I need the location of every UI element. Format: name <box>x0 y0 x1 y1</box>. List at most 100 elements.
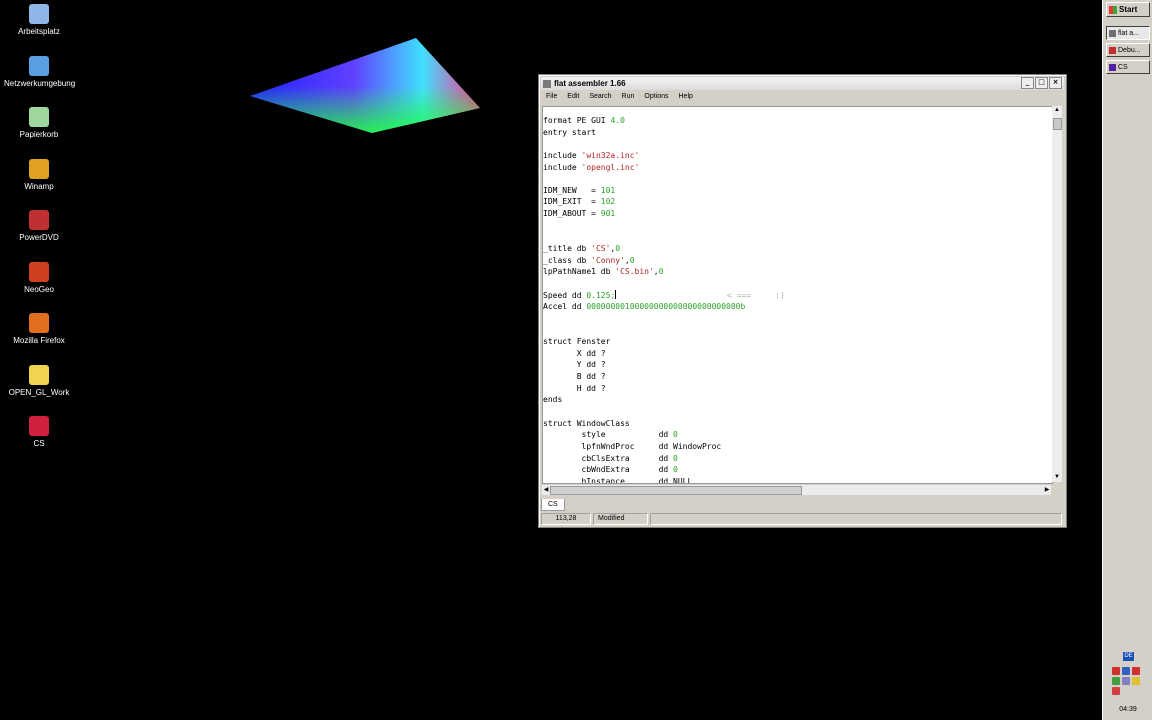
taskbar-button-label: CS <box>1118 63 1128 71</box>
code-line: format PE GUI 4.0 <box>543 116 625 125</box>
desktop-icon-open-gl-work[interactable]: OPEN_GL_Work <box>4 364 74 398</box>
tray-icon-4[interactable] <box>1112 677 1120 685</box>
desktop-icon-powerdvd[interactable]: PowerDVD <box>4 210 74 243</box>
desktop-icon-label: Winamp <box>24 181 54 191</box>
tray-icon-6[interactable] <box>1132 677 1140 685</box>
taskbar-button-label: flat a... <box>1118 29 1140 37</box>
fasm-icon <box>543 79 551 88</box>
code-line: _title db 'CS',0 <box>543 244 621 254</box>
tray-icon-1[interactable] <box>1112 667 1120 675</box>
computer-icon <box>29 4 49 24</box>
close-button[interactable]: × <box>1049 77 1062 89</box>
menu-options[interactable]: Options <box>639 93 673 100</box>
recycle-bin-icon <box>29 107 49 127</box>
source-code: format PE GUI 4.0 entry start include 'wi… <box>543 115 785 483</box>
debug-icon <box>1109 46 1116 54</box>
code-line: include 'opengl.inc' <box>543 162 640 172</box>
desktop-icon-label: Arbeitsplatz <box>18 27 60 36</box>
scroll-up-arrow-icon[interactable]: ▲ <box>1052 106 1062 115</box>
language-indicator[interactable]: DE <box>1123 652 1134 661</box>
tray-icon-5[interactable] <box>1122 677 1130 685</box>
code-line: Accel dd 0000000010000000000000000000000… <box>543 302 746 312</box>
tray-icon-2[interactable] <box>1122 667 1130 675</box>
desktop-icon-label: Netzwerkumgebung <box>4 78 76 88</box>
code-line: lpPathName1 db 'CS.bin',0 <box>543 267 664 277</box>
desktop-icon-label: OPEN_GL_Work <box>8 387 70 397</box>
code-line: entry start <box>543 127 596 137</box>
code-line: lpfnWndProc dd WindowProc <box>543 441 722 451</box>
taskbar-button[interactable]: Debu... <box>1106 43 1150 57</box>
file-tabs: CS <box>541 499 565 511</box>
horizontal-scroll-thumb[interactable] <box>550 486 802 495</box>
modified-status: Modified <box>593 513 648 525</box>
code-line: H dd ? <box>543 383 606 393</box>
tray-icon-3[interactable] <box>1132 667 1140 675</box>
windows-flag-icon <box>1109 5 1117 14</box>
start-button[interactable]: Start <box>1106 2 1150 17</box>
menu-run[interactable]: Run <box>617 93 640 100</box>
desktop-icon-cs[interactable]: CS <box>4 416 74 449</box>
desktop-icon-neogeo[interactable]: NeoGeo <box>4 261 74 295</box>
fasm-icon <box>1109 29 1116 37</box>
horizontal-scrollbar[interactable]: ◀ ▶ <box>542 485 1051 495</box>
opengl-render-quad <box>250 38 480 133</box>
desktop-icon-arbeitsplatz[interactable]: Arbeitsplatz <box>4 4 74 37</box>
scroll-down-arrow-icon[interactable]: ▼ <box>1052 473 1062 482</box>
status-extra <box>650 513 1062 525</box>
desktop-icon-netzwerkumgebung[interactable]: Netzwerkumgebung <box>4 55 76 89</box>
code-line: cbWndExtra dd 0 <box>543 465 678 475</box>
tray-icon-7[interactable] <box>1112 687 1120 695</box>
code-line: X dd ? <box>543 348 606 358</box>
maximize-button[interactable]: □ <box>1035 77 1048 89</box>
scroll-left-arrow-icon[interactable]: ◀ <box>542 485 550 495</box>
code-line: Y dd ? <box>543 360 606 370</box>
scroll-right-arrow-icon[interactable]: ▶ <box>1043 485 1051 495</box>
code-line: struct Fenster <box>543 337 611 347</box>
code-line: struct WindowClass <box>543 418 630 428</box>
desktop-icon-winamp[interactable]: Winamp <box>4 158 74 192</box>
menu-search[interactable]: Search <box>584 93 616 100</box>
code-line: style dd 0 <box>543 430 678 440</box>
menu-bar: File Edit Search Run Options Help <box>541 90 1064 102</box>
taskbar-button-label: Debu... <box>1118 46 1141 54</box>
winamp-icon <box>29 158 49 179</box>
code-line: IDM_NEW = 101 <box>543 185 616 195</box>
vertical-scroll-thumb[interactable] <box>1053 118 1062 130</box>
code-line: B dd ? <box>543 372 606 382</box>
code-line: cbClsExtra dd 0 <box>543 453 678 463</box>
taskbar-button[interactable]: flat a... <box>1106 26 1150 40</box>
desktop-icon-label: PowerDVD <box>19 233 59 242</box>
desktop-icon-label: Papierkorb <box>19 130 59 139</box>
code-line: _class db 'Conny',0 <box>543 255 635 265</box>
fasm-window: flat assembler 1.66 _ □ × File Edit Sear… <box>538 74 1067 528</box>
menu-help[interactable]: Help <box>674 93 698 100</box>
code-line: ends <box>543 395 563 405</box>
neogeo-icon <box>29 261 49 282</box>
firefox-icon <box>29 313 49 333</box>
desktop-icon-mozilla-firefox[interactable]: Mozilla Firefox <box>4 313 74 346</box>
minimize-button[interactable]: _ <box>1021 77 1034 89</box>
file-tab[interactable]: CS <box>541 499 565 511</box>
code-editor[interactable]: format PE GUI 4.0 entry start include 'wi… <box>542 106 1053 484</box>
status-bar: 113,28 Modified <box>541 513 1064 525</box>
window-titlebar[interactable]: flat assembler 1.66 _ □ × <box>541 77 1064 90</box>
desktop-icon-papierkorb[interactable]: Papierkorb <box>4 107 74 140</box>
clock[interactable]: 04:39 <box>1106 706 1150 713</box>
taskbar-button[interactable]: CS <box>1106 60 1150 74</box>
vertical-scrollbar[interactable]: ▲ ▼ <box>1052 106 1062 482</box>
menu-edit[interactable]: Edit <box>562 93 584 100</box>
desktop-icon-label: CS <box>33 439 45 448</box>
code-line: include 'win32a.inc' <box>543 150 640 160</box>
desktop-icon-label: NeoGeo <box>24 284 54 294</box>
menu-file[interactable]: File <box>541 93 562 100</box>
network-icon <box>29 55 49 76</box>
cursor-position: 113,28 <box>541 513 591 525</box>
code-line: Speed dd 0.125; < === :) <box>543 289 785 300</box>
code-line: IDM_EXIT = 102 <box>543 197 616 207</box>
